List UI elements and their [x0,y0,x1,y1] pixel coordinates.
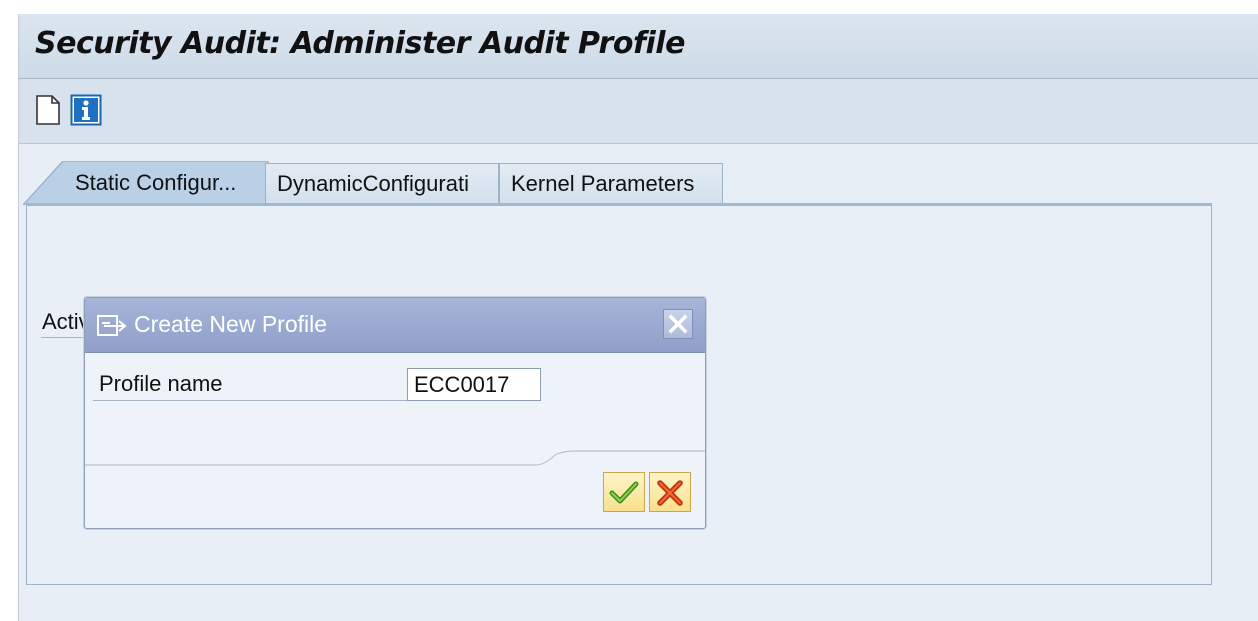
checkmark-icon [609,481,639,504]
new-document-icon[interactable] [33,94,63,126]
tab-static-configuration[interactable]: Static Configur... [57,161,265,203]
cancel-x-icon [657,480,683,506]
tab-dynamic-configuration[interactable]: DynamicConfigurati [265,163,499,203]
info-icon[interactable] [70,94,102,126]
tab-kernel-parameters[interactable]: Kernel Parameters [499,163,723,203]
footer-separator [85,450,705,466]
application-toolbar [19,79,1258,144]
create-profile-dialog: Create New Profile Profile name [84,297,706,529]
title-bar: Security Audit: Administer Audit Profile [19,14,1258,79]
profile-name-input[interactable] [407,368,541,401]
profile-name-label: Profile name [99,371,223,396]
ok-button[interactable] [603,472,645,512]
dialog-title: Create New Profile [134,311,328,337]
dialog-header: Create New Profile [85,298,705,353]
tab-strip: Static Configur... DynamicConfigurati Ke… [19,161,1258,205]
field-underline [93,400,407,401]
active-profile-label: Activ [42,309,90,334]
page-title: Security Audit: Administer Audit Profile [35,26,685,61]
dialog-edit-icon [97,314,127,338]
close-icon[interactable] [663,309,693,339]
cancel-button[interactable] [649,472,691,512]
